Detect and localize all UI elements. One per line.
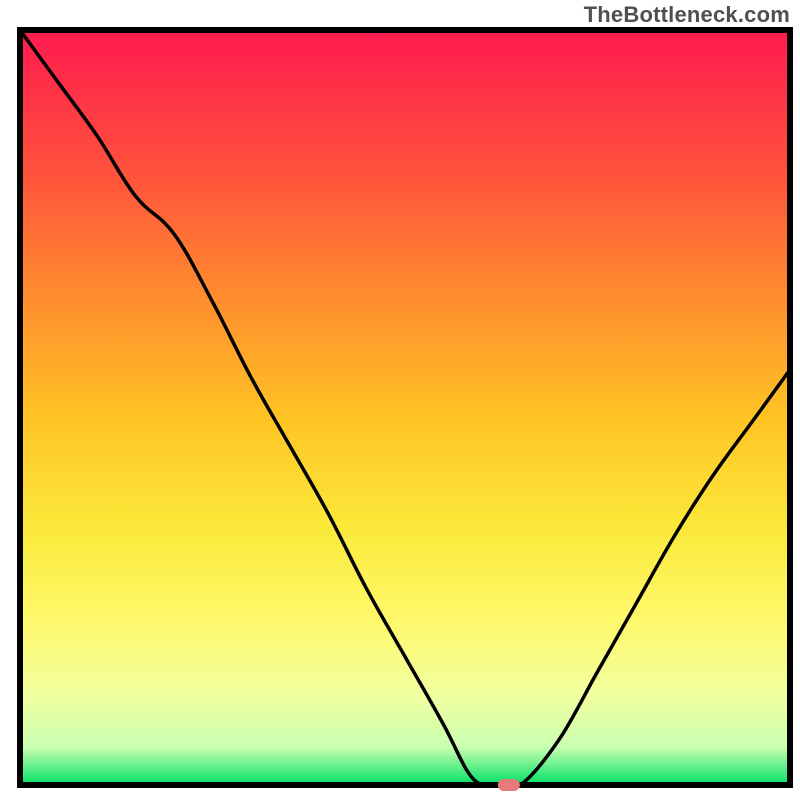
bottleneck-chart (0, 0, 800, 800)
optimal-point-marker (498, 779, 520, 791)
plot-background (20, 30, 790, 785)
chart-frame: TheBottleneck.com (0, 0, 800, 800)
